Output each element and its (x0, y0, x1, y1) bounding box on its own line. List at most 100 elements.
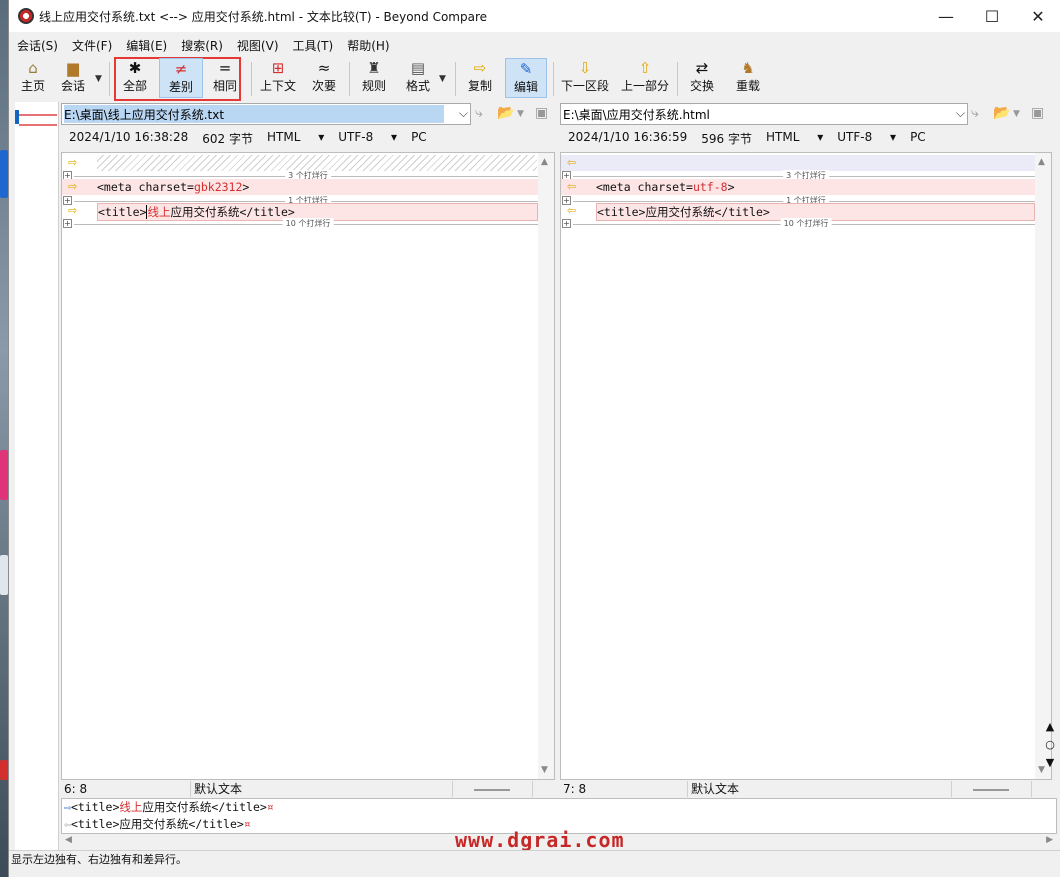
desktop-app-icon (0, 150, 8, 198)
expand-icon[interactable]: + (63, 219, 72, 228)
minimize-button[interactable]: — (923, 0, 969, 32)
overview-diff-mark (19, 114, 57, 116)
right-diff-row: ⇦ <title>应用交付系统</title> (561, 203, 1035, 221)
left-arrow-icon: ⇨ (64, 800, 71, 814)
right-format-select[interactable]: HTML ▾ (766, 130, 823, 150)
reload-button[interactable]: ♞ 重载 (731, 58, 765, 98)
diff-overview-gutter[interactable] (15, 102, 59, 855)
scroll-right-icon[interactable]: ▶ (1046, 835, 1053, 845)
right-path-field[interactable]: ⌵ (560, 103, 968, 125)
toolbar: ⌂ 主页 ▆ 会话 ▼ ✱ 全部 ≠ 差别 = 相同 ⊞ 上下文 ≈ 次要 ♜ … (9, 56, 1060, 101)
left-path-field[interactable]: ⌵ (61, 103, 471, 125)
arrow-down-icon: ⇩ (578, 59, 592, 77)
right-line-ending[interactable]: PC (910, 130, 926, 150)
copy-right-arrow-icon[interactable]: ⇨ (68, 155, 77, 171)
scroll-up-icon[interactable]: ▲ (1038, 157, 1045, 167)
next-diff-icon[interactable]: ▼ (1042, 754, 1058, 772)
left-vertical-scrollbar[interactable]: ▲ ▼ (538, 153, 554, 779)
left-pane-status: 6: 8 默认文本 (61, 781, 555, 797)
swap-icon: ⇄ (695, 59, 709, 77)
diff-navigation: ▲ ○ ▼ (1042, 718, 1058, 772)
copy-right-arrow-icon[interactable]: ⇨ (68, 203, 77, 219)
right-path-input[interactable] (563, 105, 943, 123)
left-path-input[interactable] (64, 105, 444, 123)
copy-button[interactable]: ⇨ 复制 (463, 58, 497, 98)
left-scroll-indicator (453, 781, 533, 797)
show-all-button[interactable]: ✱ 全部 (117, 58, 153, 98)
next-section-button[interactable]: ⇩ 下一区段 (559, 58, 611, 98)
right-size: 596 字节 (701, 132, 752, 146)
save-icon[interactable]: ▣ (1031, 105, 1044, 121)
show-same-button[interactable]: = 相同 (207, 58, 243, 98)
edit-button[interactable]: ✎ 编辑 (505, 58, 547, 98)
menu-bar: 会话(S) 文件(F) 编辑(E) 搜索(R) 视图(V) 工具(T) 帮助(H… (9, 34, 1060, 56)
not-equal-icon: ≠ (174, 60, 188, 78)
left-text-type[interactable]: 默认文本 (191, 781, 453, 797)
menu-session[interactable]: 会话(S) (9, 34, 64, 56)
chevron-down-icon[interactable]: ▼ (517, 109, 524, 119)
left-diff-row: ⇨ <title>线上应用交付系统</title> (62, 203, 538, 221)
chevron-down-icon[interactable]: ▼ (1013, 109, 1020, 119)
folder-icon[interactable]: 📂 (993, 105, 1010, 121)
status-bar: 显示左边独有、右边独有和差异行。 (9, 850, 1060, 870)
pencil-icon: ✎ (519, 60, 533, 78)
copy-left-arrow-icon[interactable]: ⇦ (567, 203, 576, 219)
left-format-select[interactable]: HTML ▾ (267, 130, 324, 150)
right-date: 2024/1/10 16:36:59 (568, 130, 688, 144)
scroll-down-icon[interactable]: ▼ (541, 765, 548, 775)
context-button[interactable]: ⊞ 上下文 (257, 58, 299, 98)
menu-tools[interactable]: 工具(T) (285, 34, 340, 56)
left-line-ending[interactable]: PC (411, 130, 427, 150)
menu-view[interactable]: 视图(V) (229, 34, 285, 56)
format-dropdown-arrow[interactable]: ▼ (439, 74, 446, 84)
approx-icon: ≈ (317, 59, 331, 77)
rules-button[interactable]: ♜ 规则 (357, 58, 391, 98)
toolbar-separator (109, 62, 110, 96)
close-button[interactable]: ✕ (1015, 0, 1060, 32)
expand-icon[interactable]: + (562, 219, 571, 228)
swap-button[interactable]: ⇄ 交换 (685, 58, 719, 98)
left-encoding-select[interactable]: UTF-8 ▾ (338, 130, 397, 150)
prev-diff-icon[interactable]: ▲ (1042, 718, 1058, 736)
prev-part-button[interactable]: ⇧ 上一部分 (619, 58, 671, 98)
menu-file[interactable]: 文件(F) (64, 34, 118, 56)
scroll-left-icon[interactable]: ◀ (65, 835, 72, 845)
session-button[interactable]: ▆ 会话 (55, 58, 91, 98)
title-bar: 线上应用交付系统.txt <--> 应用交付系统.html - 文本比较(T) … (9, 0, 1060, 32)
menu-help[interactable]: 帮助(H) (339, 34, 395, 56)
right-text-pane[interactable]: ⇦ + 3 个打烊行 ⇦ <meta charset=utf-8> + 1 个打… (560, 152, 1052, 780)
detail-right-line: ⇦<title>应用交付系统</title>¤ (64, 817, 251, 831)
scroll-up-icon[interactable]: ▲ (541, 157, 548, 167)
save-icon[interactable]: ▣ (535, 105, 548, 121)
watermark-text: www.dgrai.com (455, 828, 625, 852)
history-arrow-icon[interactable]: ⤷ (971, 105, 979, 121)
toolbar-separator (349, 62, 350, 96)
history-arrow-icon[interactable]: ⤷ (475, 105, 483, 121)
copy-left-arrow-icon[interactable]: ⇦ (567, 179, 576, 195)
right-arrow-icon: ⇦ (64, 817, 71, 831)
session-dropdown-arrow[interactable]: ▼ (95, 74, 102, 84)
center-diff-icon[interactable]: ○ (1042, 736, 1058, 754)
copy-right-arrow-icon[interactable]: ⇨ (68, 179, 77, 195)
left-date: 2024/1/10 16:38:28 (69, 130, 189, 144)
toolbar-separator (553, 62, 554, 96)
format-button[interactable]: ▤ 格式 (401, 58, 435, 98)
right-text-type[interactable]: 默认文本 (688, 781, 952, 797)
right-pane-status: 7: 8 默认文本 (560, 781, 1052, 797)
menu-edit[interactable]: 编辑(E) (118, 34, 173, 56)
fold-marker[interactable]: + 10 个打烊行 (62, 218, 554, 229)
right-vertical-scrollbar[interactable]: ▲ ▼ (1035, 153, 1051, 779)
chevron-down-icon[interactable]: ⌵ (956, 106, 965, 121)
chevron-down-icon[interactable]: ⌵ (459, 106, 468, 121)
copy-left-arrow-icon[interactable]: ⇦ (567, 155, 576, 171)
maximize-button[interactable]: ☐ (969, 0, 1015, 32)
show-diffs-button[interactable]: ≠ 差别 (159, 58, 203, 98)
overview-diff-mark (19, 124, 57, 126)
minor-button[interactable]: ≈ 次要 (307, 58, 341, 98)
home-button[interactable]: ⌂ 主页 (15, 58, 51, 98)
menu-search[interactable]: 搜索(R) (173, 34, 229, 56)
folder-icon[interactable]: 📂 (497, 105, 514, 121)
fold-marker[interactable]: + 10 个打烊行 (561, 218, 1051, 229)
right-encoding-select[interactable]: UTF-8 ▾ (837, 130, 896, 150)
left-text-pane[interactable]: ⇨ + 3 个打烊行 ⇨ <meta charset=gbk2312> + 1 … (61, 152, 555, 780)
